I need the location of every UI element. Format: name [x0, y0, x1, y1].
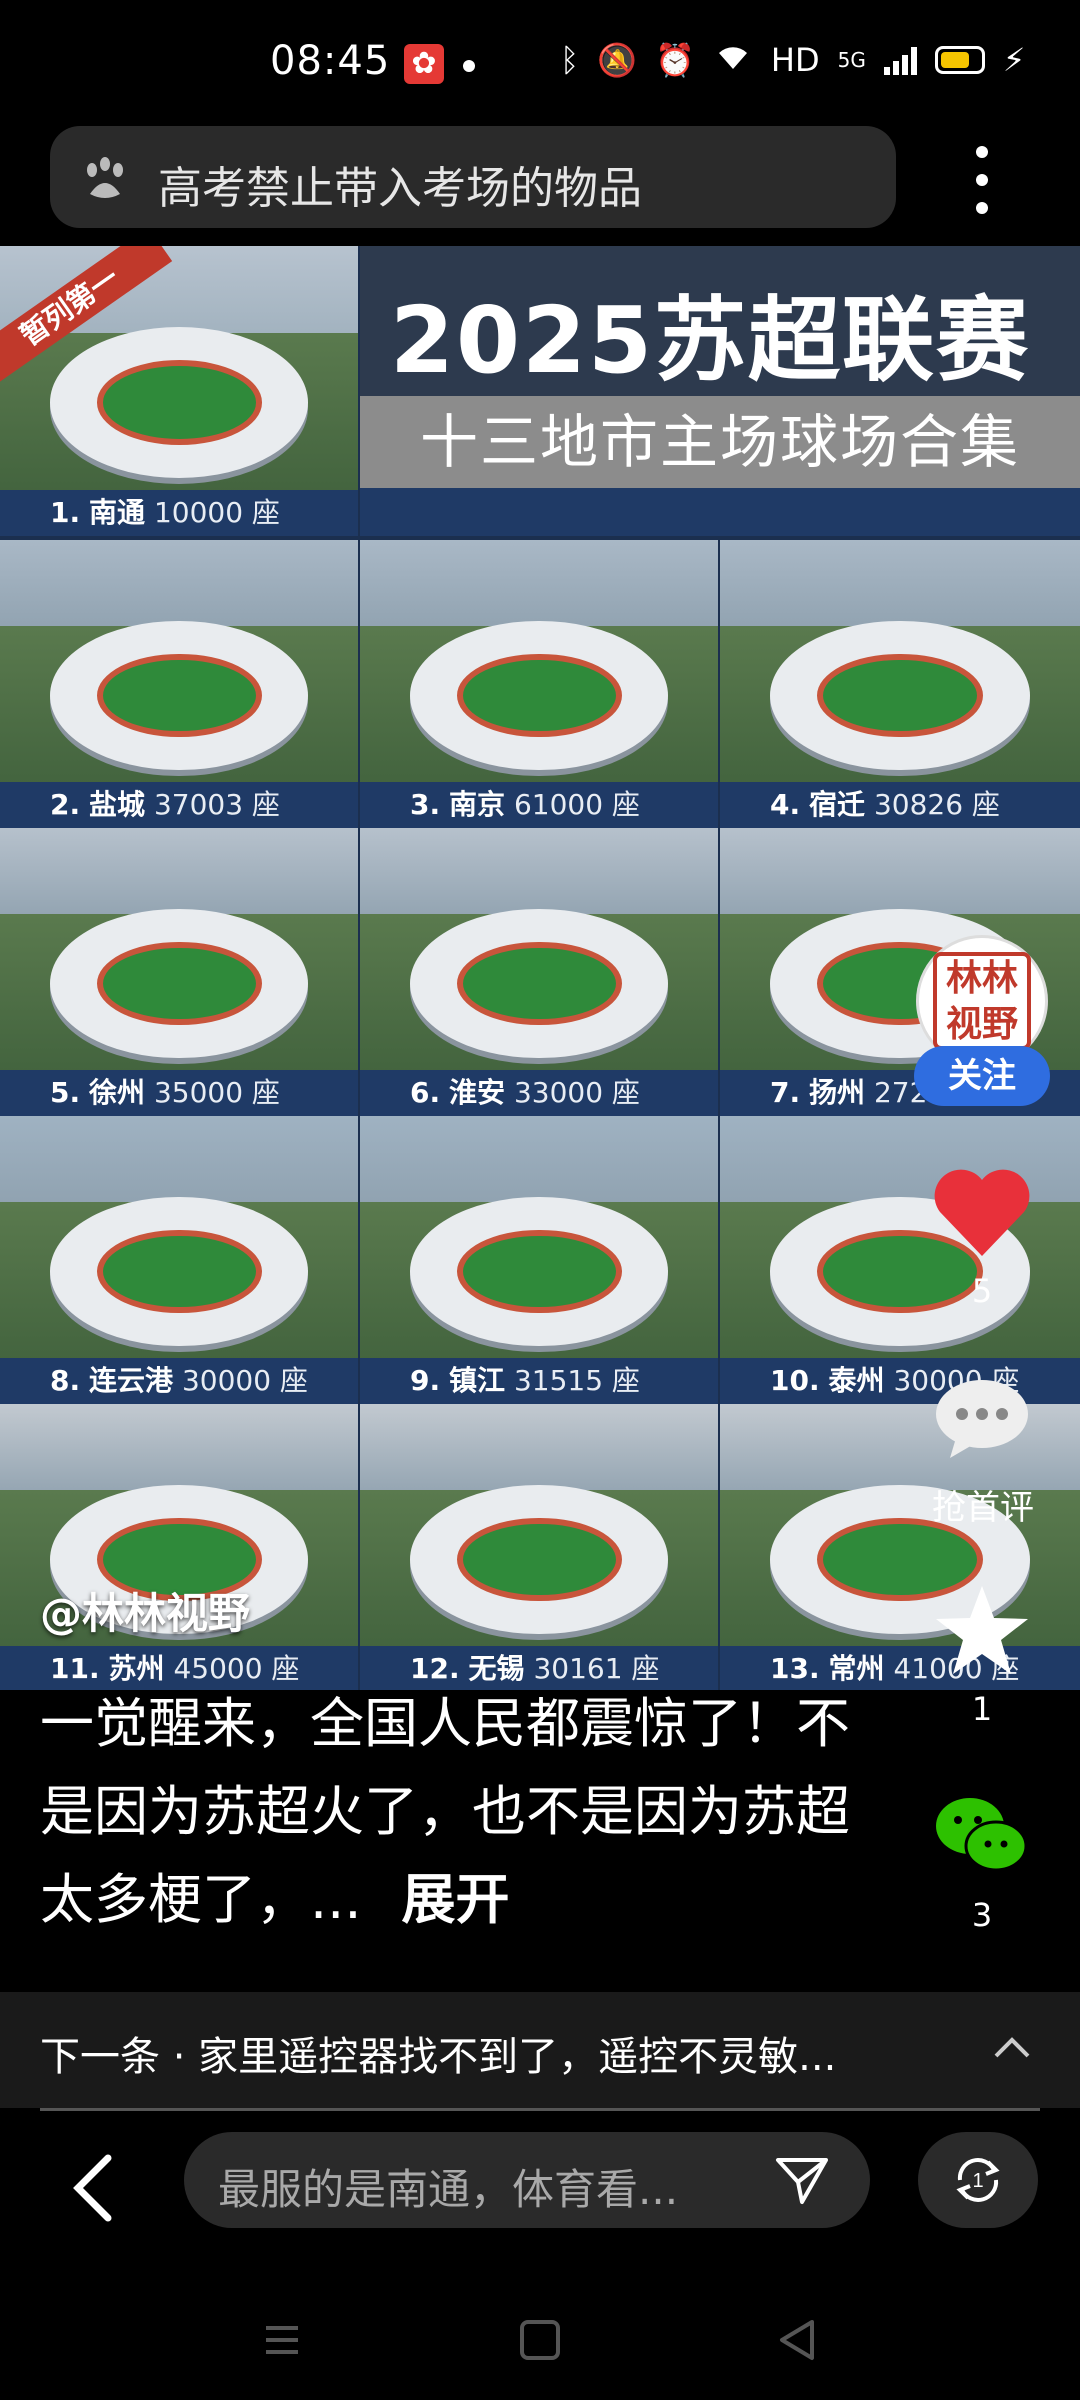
- stadium-cell: 5. 徐州 35000 座: [0, 828, 358, 1116]
- network-type: 5G: [837, 48, 866, 72]
- favorite-count: 1: [971, 1690, 993, 1728]
- clock: 08:45: [270, 38, 391, 84]
- like-heart-icon[interactable]: [932, 1168, 1032, 1258]
- follow-button[interactable]: 关注: [914, 1046, 1050, 1106]
- status-bar: 08:45 ✿ ᛒ 🔕 ⏰ HD 5G ⚡: [0, 0, 1080, 120]
- poster-subtitle: 十三地市主场球场合集: [360, 396, 1080, 488]
- stadium-cell: 10. 泰州 30000 座: [720, 1116, 1080, 1404]
- stadium-caption: 2. 盐城 37003 座: [0, 782, 358, 828]
- charging-icon: ⚡: [1002, 41, 1026, 79]
- home-icon[interactable]: [510, 2310, 570, 2370]
- status-icons: ᛒ 🔕 ⏰ HD 5G ⚡: [560, 40, 1025, 80]
- divider: [40, 2108, 1040, 2111]
- comment-icon[interactable]: [932, 1376, 1032, 1460]
- bluetooth-icon: ᛒ: [560, 41, 580, 79]
- stadium-cell: 3. 南京 61000 座: [360, 540, 718, 828]
- first-comment-label[interactable]: 抢首评: [918, 1480, 1048, 1529]
- stadium-image: [410, 1484, 668, 1635]
- stadium-cell: 9. 镇江 31515 座: [360, 1116, 718, 1404]
- alarm-icon: ⏰: [655, 41, 695, 79]
- system-nav-bar: [0, 2290, 1080, 2400]
- favorite-star-icon[interactable]: [932, 1582, 1032, 1678]
- next-item-bar[interactable]: 下一条 · 家里遥控器找不到了，遥控不灵敏...: [0, 1992, 1080, 2108]
- search-query: 高考禁止带入考场的物品: [158, 163, 642, 214]
- stadium-caption: 9. 镇江 31515 座: [360, 1358, 718, 1404]
- stadium-image: [410, 620, 668, 771]
- search-bar[interactable]: 高考禁止带入考场的物品: [50, 126, 896, 228]
- stadium-caption: 6. 淮安 33000 座: [360, 1070, 718, 1116]
- back-arrow-icon[interactable]: [66, 2152, 122, 2224]
- repost-button[interactable]: 1: [918, 2132, 1038, 2228]
- stadium-cell: 暂列第一 1. 南通 10000 座: [0, 246, 358, 536]
- repost-icon: 1: [956, 2158, 1000, 2202]
- send-icon[interactable]: [774, 2152, 830, 2208]
- stadium-caption: 8. 连云港 30000 座: [0, 1358, 358, 1404]
- stadium-image: [50, 1196, 308, 1347]
- svg-text:1: 1: [972, 2170, 983, 2192]
- stadium-cell: 12. 无锡 30161 座: [360, 1404, 718, 1690]
- stadium-cell: 2. 盐城 37003 座: [0, 540, 358, 828]
- author-seal: 林林 视野: [933, 952, 1031, 1050]
- stadium-caption: 3. 南京 61000 座: [360, 782, 718, 828]
- poster-title-block: 2025苏超联赛 十三地市主场球场合集: [360, 246, 1080, 536]
- mute-bell-icon: 🔕: [597, 41, 638, 79]
- baidu-paw-icon: [87, 157, 123, 198]
- battery-icon: [934, 46, 985, 74]
- share-count: 3: [971, 1896, 993, 1934]
- post-description: 一觉醒来，全国人民都震惊了！不是因为苏超火了，也不是因为苏超太多梗了，... 展开: [40, 1680, 880, 1944]
- stadium-image: [50, 620, 308, 771]
- stadium-image: [770, 620, 1030, 771]
- author-watermark: @林林视野: [40, 1589, 251, 1638]
- network-label: HD: [770, 41, 820, 79]
- stadium-caption: 5. 徐州 35000 座: [0, 1070, 358, 1116]
- stadium-cell: 6. 淮安 33000 座: [360, 828, 718, 1116]
- stadium-caption: 1. 南通 10000 座: [0, 490, 358, 536]
- comment-input[interactable]: 最服的是南通，体育看...: [184, 2132, 870, 2228]
- chevron-up-icon[interactable]: [992, 2028, 1032, 2068]
- next-item-text: 下一条 · 家里遥控器找不到了，遥控不灵敏...: [40, 2034, 837, 2080]
- video-poster[interactable]: 暂列第一 1. 南通 10000 座 2025苏超联赛 十三地市主场球场合集 2…: [0, 246, 1080, 1690]
- like-count: 5: [971, 1272, 993, 1310]
- poster-title: 2025苏超联赛: [390, 287, 1031, 394]
- stadium-caption: 4. 宿迁 30826 座: [720, 782, 1080, 828]
- stadium-image: [410, 908, 668, 1059]
- wechat-share-icon[interactable]: [932, 1794, 1032, 1878]
- stadium-cell: 4. 宿迁 30826 座: [720, 540, 1080, 828]
- notification-dot: [463, 60, 475, 72]
- back-nav-icon[interactable]: [768, 2310, 828, 2370]
- signal-icon: [883, 45, 917, 75]
- flower-badge-icon: ✿: [404, 44, 444, 84]
- stadium-image: [50, 908, 308, 1059]
- stadium-image: [410, 1196, 668, 1347]
- expand-link[interactable]: 展开: [402, 1868, 510, 1931]
- more-menu-button[interactable]: [960, 140, 1004, 220]
- wifi-icon: [713, 41, 753, 79]
- comment-placeholder: 最服的是南通，体育看...: [218, 2165, 679, 2214]
- recent-apps-icon[interactable]: [252, 2310, 312, 2370]
- stadium-cell: 8. 连云港 30000 座: [0, 1116, 358, 1404]
- stadium-cell: 11. 苏州 45000 座: [0, 1404, 358, 1690]
